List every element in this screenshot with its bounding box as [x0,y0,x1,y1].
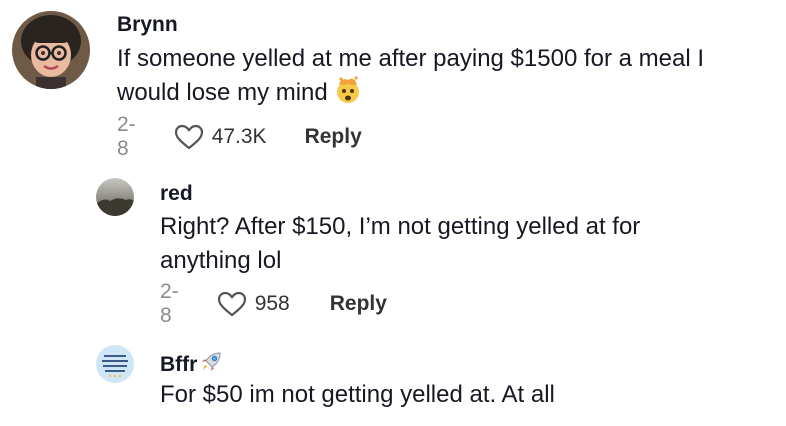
exploding-head-icon [334,76,362,114]
avatar-image [96,178,134,216]
comment-meta: 2-8 958 Reply [160,280,387,327]
comment-username[interactable]: red [160,182,193,206]
like-button[interactable]: 958 [217,291,290,317]
comment-username[interactable]: Brynn [117,13,178,37]
avatar-image [12,11,90,89]
heart-outline-icon [217,291,246,317]
like-button[interactable]: 47.3K [174,124,267,150]
comment-text-segment: would lose my mind [117,79,328,106]
comment-text: For $50 im not getting yelled at. At all [160,378,760,412]
like-count: 958 [254,292,290,315]
heart-outline-icon [174,124,203,150]
comment-text-line: If someone yelled at me after paying $15… [117,45,705,72]
rocket-icon [199,350,223,380]
comment-text: If someone yelled at me after paying $15… [117,42,777,114]
reply-button[interactable]: Reply [305,125,362,149]
comment-username-text: Bffr [160,353,198,376]
avatar[interactable] [96,345,134,383]
reply-button[interactable]: Reply [330,292,387,316]
comment-text-line: For $50 im not getting yelled at. At all [160,381,555,408]
comment-date: 2-8 [117,113,136,160]
avatar[interactable] [12,11,90,89]
comment-text-line: anything lol [160,247,282,274]
avatar[interactable] [96,178,134,216]
comment-username[interactable]: Bffr [160,350,223,380]
like-count: 47.3K [211,125,267,148]
comment-meta: 2-8 47.3K Reply [117,113,362,160]
comment-date: 2-8 [160,280,179,327]
comment-text: Right? After $150, I’m not getting yelle… [160,210,760,278]
comment-text-line: would lose my mind [117,76,777,114]
avatar-image [96,345,134,383]
comment-text-line: Right? After $150, I’m not getting yelle… [160,213,641,240]
